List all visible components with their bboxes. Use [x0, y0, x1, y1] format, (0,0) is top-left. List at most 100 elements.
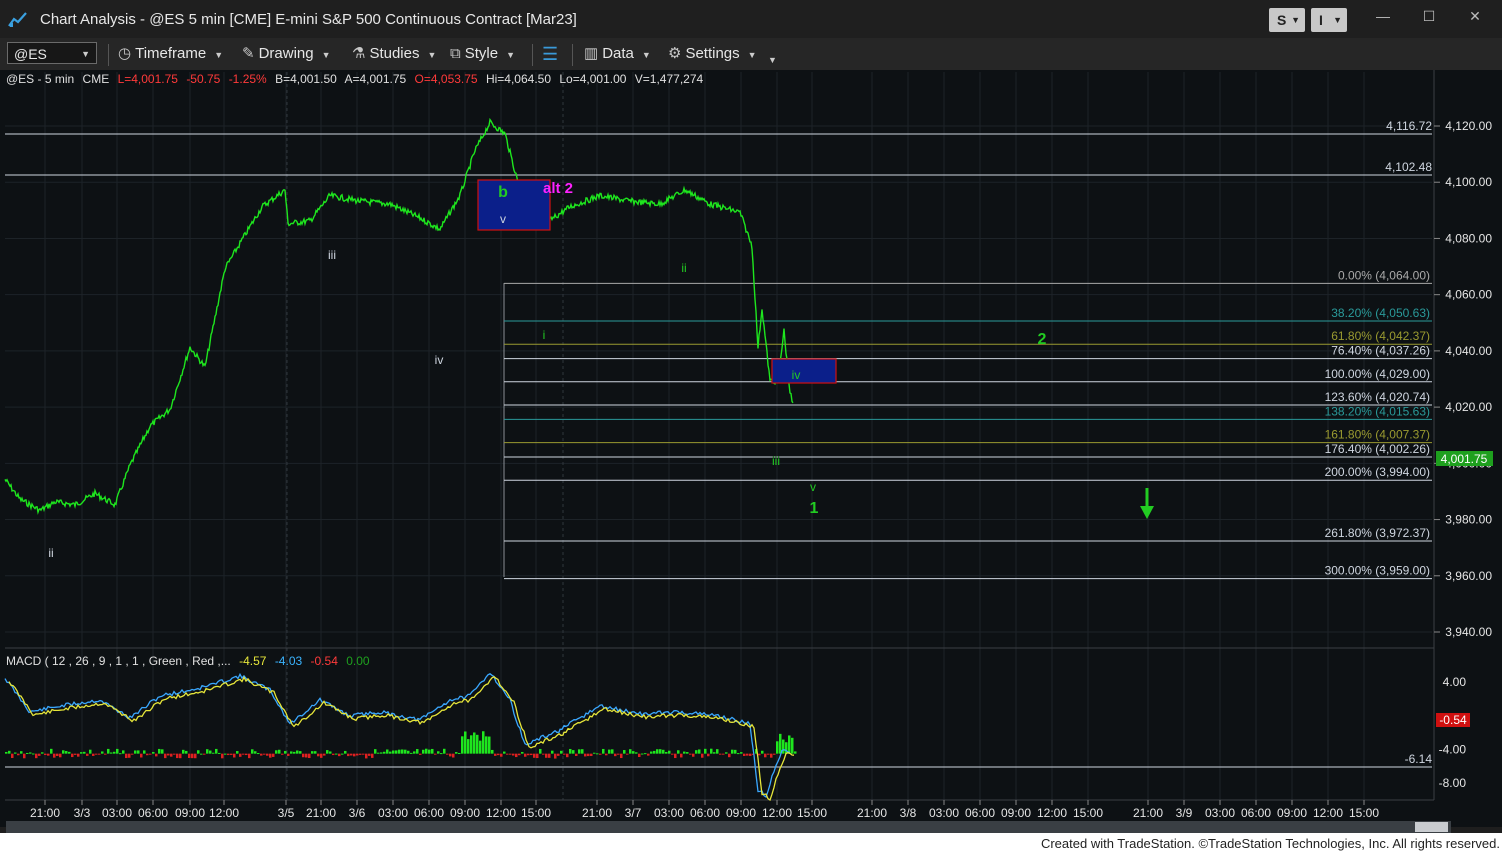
macd-bar [692, 753, 695, 757]
studies-menu[interactable]: ⚗ Studies ▼ [352, 44, 436, 64]
time-tick-label: 3/7 [625, 806, 642, 820]
time-tick-label: 06:00 [1241, 806, 1271, 820]
price-axis[interactable]: 4,120.00 4,100.00 4,080.00 4,060.00 4,040.00… [1434, 119, 1492, 639]
macd-bar [362, 753, 365, 755]
time-axis[interactable]: 21:00 3/3 03:00 06:00 09:00 12:00 3/5 21:00 3/6 0… [30, 800, 1379, 820]
scrollbar-thumb[interactable] [1415, 822, 1448, 832]
macd-bar [170, 753, 173, 757]
macd-bar [284, 750, 287, 754]
macd-bar [128, 753, 131, 758]
fib-level-label: 300.00% (3,959.00) [1325, 564, 1430, 578]
macd-bar [542, 753, 545, 755]
maximize-button[interactable]: ☐ [1414, 6, 1444, 26]
price-chart[interactable]: 4,116.72 4,102.48 0.00% (4,064.00) 38.20%… [0, 70, 1502, 827]
macd-line [4, 672, 791, 798]
macd-bar [185, 750, 188, 754]
macd-axis[interactable]: 4.00 -4.00 -8.00 [1439, 675, 1467, 790]
macd-bar [629, 749, 632, 754]
drawing-menu[interactable]: ✎ Drawing ▼ [242, 44, 331, 64]
time-tick-label: 21:00 [306, 806, 336, 820]
macd-bar [212, 752, 215, 754]
macd-tick-label: -8.00 [1439, 776, 1467, 790]
macd-bar [548, 753, 551, 758]
macd-bar [191, 753, 194, 759]
price-tick-label: 3,940.00 [1445, 625, 1492, 639]
macd-bar [215, 748, 218, 754]
info-symbol: @ES - 5 min [6, 72, 75, 86]
macd-bar [173, 753, 176, 755]
macd-bar [227, 753, 230, 756]
macd-bar [11, 753, 14, 759]
macd-bar [725, 752, 728, 754]
fib-level-label: 261.80% (3,972.37) [1325, 526, 1430, 540]
fib-level-label: 200.00% (3,994.00) [1325, 465, 1430, 479]
price-tick-label: 4,060.00 [1445, 288, 1492, 302]
footer: Created with TradeStation. ©TradeStation… [0, 833, 1502, 853]
time-tick-label: 06:00 [138, 806, 168, 820]
macd-bar [209, 750, 212, 754]
macd-bar [773, 753, 776, 755]
wave-b-box[interactable] [477, 179, 551, 231]
minimize-button[interactable]: — [1368, 6, 1398, 26]
macd-bar [665, 751, 668, 754]
data-menu[interactable]: ▥ Data ▼ [584, 44, 651, 64]
macd-bar [356, 753, 359, 756]
macd-bar [518, 753, 521, 756]
macd-bar [524, 753, 527, 757]
macd-bar [305, 753, 308, 758]
macd-bar [281, 753, 284, 755]
wave-label: iv [792, 368, 801, 382]
macd-bar [632, 751, 635, 754]
macd-bar [437, 751, 440, 754]
wave-iv-box[interactable] [771, 358, 837, 384]
close-button[interactable]: ✕ [1460, 6, 1490, 26]
s-link-button[interactable]: S ▼ [1269, 8, 1305, 32]
horizontal-scrollbar[interactable] [6, 821, 1451, 833]
macd-bar [734, 749, 737, 754]
macd-bar [374, 749, 377, 754]
macd-bar [593, 752, 596, 754]
macd-bar [98, 753, 101, 755]
macd-bar [89, 749, 92, 754]
macd-bar [428, 749, 431, 754]
time-tick-label: 12:00 [1313, 806, 1343, 820]
macd-bar [110, 752, 113, 754]
settings-menu[interactable]: ⚙ Settings ▼ [668, 44, 757, 64]
macd-level-label: -6.14 [1405, 752, 1433, 766]
macd-bar [707, 753, 710, 757]
layout-icon[interactable]: ☰ [542, 44, 558, 64]
macd-bar [326, 750, 329, 754]
macd-legend[interactable]: MACD ( 12 , 26 , 9 , 1 , 1 , Green , Red… [6, 654, 375, 668]
macd-bar [761, 750, 764, 754]
macd-bar [602, 748, 605, 754]
chevron-down-icon: ▼ [641, 50, 651, 60]
timeframe-menu[interactable]: ◷ Timeframe ▼ [118, 44, 223, 64]
chevron-down-icon: ▼ [427, 50, 437, 60]
macd-bar [47, 753, 50, 756]
time-tick-label: 06:00 [690, 806, 720, 820]
macd-name: MACD ( 12 , 26 , 9 , 1 , 1 , Green , Red… [6, 654, 231, 668]
style-menu[interactable]: ⧉ Style ▼ [450, 44, 515, 64]
macd-bar [233, 753, 236, 758]
window-title: Chart Analysis - @ES 5 min [CME] E-mini … [40, 11, 577, 28]
flask-icon: ⚗ [352, 45, 366, 62]
macd-bar [263, 753, 266, 755]
macd-bar [29, 752, 32, 754]
i-link-button[interactable]: I ▼ [1311, 8, 1347, 32]
down-arrow-icon[interactable] [1140, 488, 1154, 519]
fibonacci-levels[interactable]: 0.00% (4,064.00) 38.20% (4,050.63) 61.80% … [504, 268, 1432, 580]
symbol-input[interactable]: @ES ▼ [7, 42, 97, 64]
macd-bar [698, 749, 701, 754]
macd-bar [107, 748, 110, 754]
macd-bar [23, 753, 26, 759]
macd-bar [14, 752, 17, 754]
fib-level-label: 123.60% (4,020.74) [1325, 390, 1430, 404]
macd-bar [479, 740, 482, 754]
toolbar-overflow-icon[interactable]: ▼ [768, 50, 777, 70]
time-tick-label: 12:00 [209, 806, 239, 820]
macd-bar [653, 750, 656, 754]
macd-bar [50, 748, 53, 754]
macd-bar [353, 753, 356, 757]
macd-bar [695, 750, 698, 754]
macd-bar [533, 753, 536, 758]
